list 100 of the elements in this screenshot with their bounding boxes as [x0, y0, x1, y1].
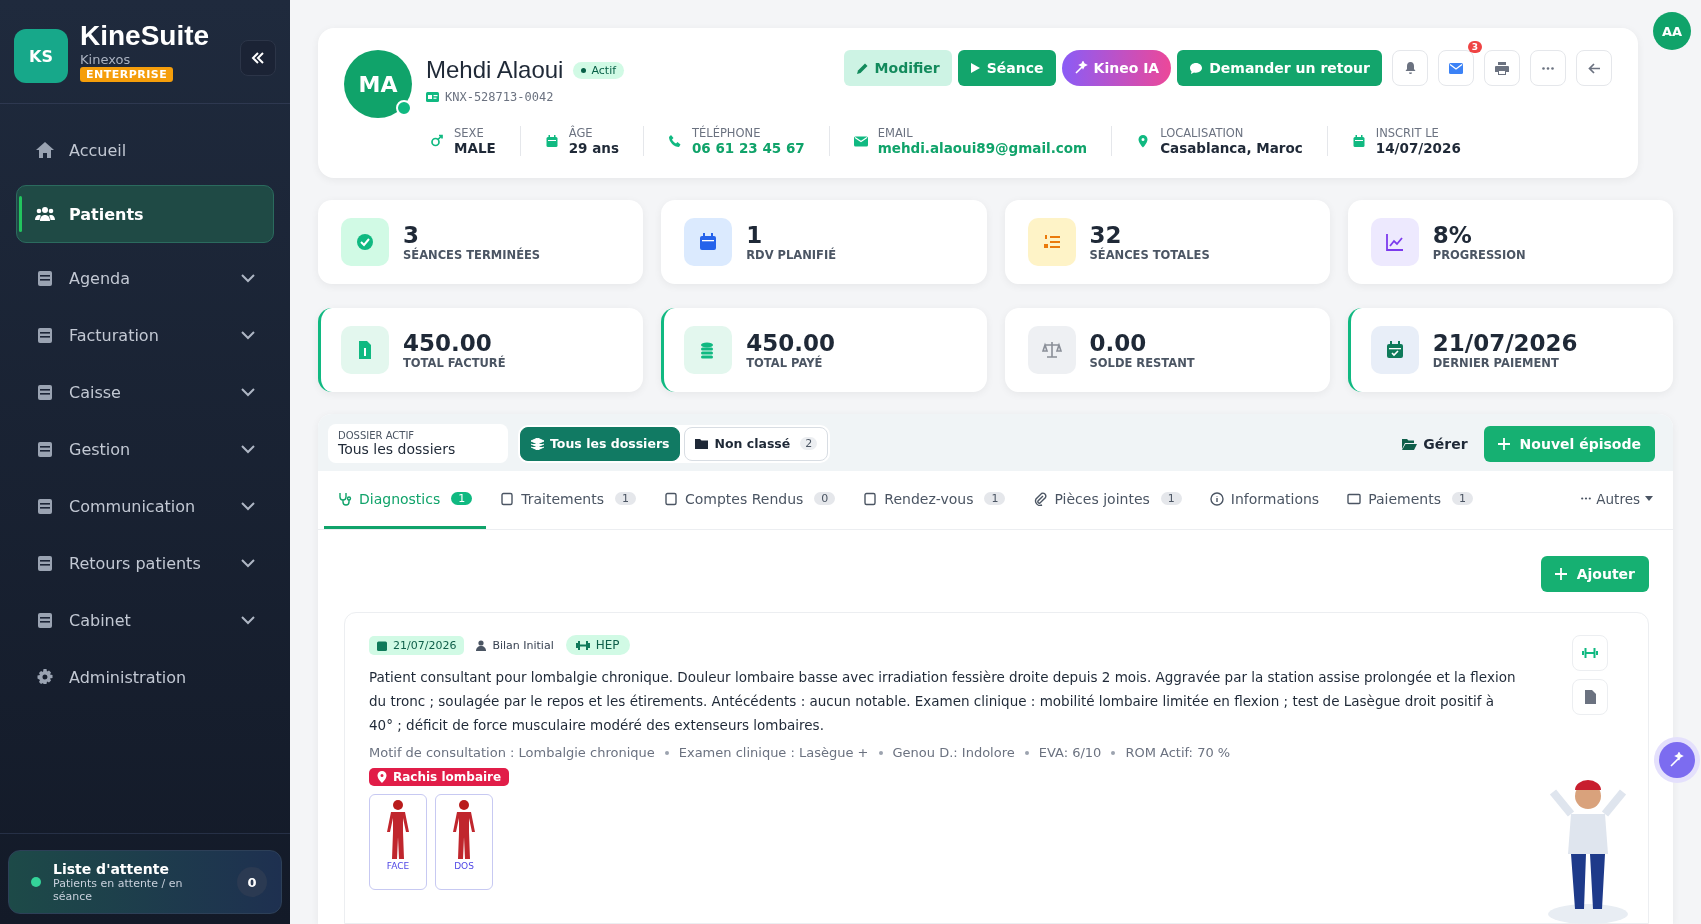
envelope-icon — [1449, 62, 1463, 74]
stat-label: PROGRESSION — [1432, 248, 1526, 262]
dumbbell-icon — [1582, 648, 1598, 658]
plus-icon — [1497, 437, 1510, 450]
stat-label: TOTAL FACTURÉ — [403, 356, 506, 370]
action-button[interactable]: Kineo IA — [1061, 50, 1172, 86]
patient-name: Mehdi Alaoui — [426, 56, 564, 84]
menu-icon — [35, 554, 55, 572]
tab[interactable]: Pièces jointes 1 — [1019, 471, 1196, 529]
pencil-icon — [855, 61, 869, 75]
stat-label: SÉANCES TOTALES — [1089, 248, 1210, 262]
menu-icon — [35, 611, 55, 629]
tab-icon — [1209, 491, 1224, 506]
bell-icon — [1403, 61, 1417, 75]
folder-icon — [1402, 437, 1418, 450]
person-icon — [476, 639, 487, 651]
patient-avatar: MA — [344, 50, 412, 118]
magic-wand-icon — [1669, 752, 1685, 768]
tab[interactable]: Rendez-vous 1 — [849, 471, 1020, 529]
tab[interactable]: Paiements 1 — [1333, 471, 1487, 529]
collapse-sidebar-button[interactable] — [240, 40, 276, 76]
field-label: EMAIL — [877, 126, 914, 140]
stat-label: TOTAL PAYÉ — [746, 356, 824, 370]
body-region-tag: Rachis lombaire — [369, 768, 510, 786]
field-label: LOCALISATION — [1160, 126, 1245, 140]
pdf-button[interactable] — [1572, 679, 1608, 715]
clinical-detail: Motif de consultation : Lombalgie chronique — [369, 745, 655, 760]
menu-icon — [35, 668, 55, 686]
patient-id: KNX-528713-0042 — [445, 90, 554, 104]
stat-label: DERNIER PAIEMENT — [1432, 356, 1560, 370]
clinical-detail: ROM Actif: 70 % — [1125, 745, 1231, 760]
sidebar-item[interactable]: Caisse — [16, 370, 274, 414]
menu-icon — [35, 326, 55, 344]
stat-label: RDV PLANIFIÉ — [746, 248, 837, 262]
body-view-thumbnail[interactable]: DOS — [435, 794, 493, 890]
stat-value: 32 — [1089, 222, 1122, 248]
calendar-icon — [377, 639, 387, 651]
sidebar-item[interactable]: Facturation — [16, 313, 274, 357]
back-button[interactable] — [1576, 50, 1612, 86]
body-view-thumbnail[interactable]: FACE — [369, 794, 427, 890]
stat-value: 450.00 — [746, 330, 835, 356]
caret-down-icon — [1645, 496, 1653, 501]
tab[interactable]: Comptes Rendus 0 — [650, 471, 850, 529]
action-button[interactable]: Modifier — [843, 50, 952, 86]
program-tag: HEP — [565, 635, 630, 655]
organization-name: Kinexos — [80, 52, 131, 67]
field-icon — [1351, 134, 1366, 148]
sidebar-item[interactable]: Agenda — [16, 256, 274, 300]
ellipsis-icon — [1542, 66, 1554, 70]
manage-button[interactable]: Gérer — [1396, 434, 1474, 453]
folder-filter[interactable]: Non classé 2 — [684, 426, 829, 461]
plan-badge: ENTERPRISE — [80, 67, 174, 82]
view-label: FACE — [386, 861, 410, 871]
double-chevron-left-icon — [251, 51, 265, 65]
sidebar-item[interactable]: Patients — [16, 185, 274, 243]
layers-icon — [531, 437, 544, 450]
assessment-type: Bilan Initial — [476, 638, 554, 652]
sidebar-item[interactable]: Administration — [16, 655, 274, 699]
magic-wand-icon — [1073, 61, 1088, 75]
document-icon — [1584, 690, 1596, 704]
field-value: MALE — [454, 140, 496, 156]
folder-filter[interactable]: Tous les dossiers — [520, 426, 681, 461]
waiting-count: 0 — [237, 867, 267, 897]
stat-value: 1 — [746, 222, 764, 248]
menu-icon — [35, 440, 55, 458]
exercise-button[interactable] — [1572, 635, 1608, 671]
notification-badge: 3 — [1467, 41, 1482, 53]
waiting-list-card[interactable]: Liste d'attente Patients en attente / en séance 0 — [8, 850, 282, 914]
field-icon — [667, 134, 682, 148]
tab[interactable]: Traitements 1 — [486, 471, 650, 529]
tab[interactable]: Informations — [1195, 471, 1334, 529]
plus-icon — [1554, 568, 1567, 580]
notifications-button[interactable] — [1392, 50, 1428, 86]
more-tabs-dropdown[interactable]: Autres — [1567, 471, 1667, 529]
tab-icon — [338, 491, 352, 506]
map-pin-icon — [377, 771, 387, 783]
field-icon — [544, 134, 559, 148]
printer-icon — [1495, 61, 1509, 75]
sidebar-item[interactable]: Gestion — [16, 427, 274, 471]
sidebar-item[interactable]: Retours patients — [16, 541, 274, 585]
folder-icon — [695, 437, 709, 450]
print-button[interactable] — [1484, 50, 1520, 86]
tab-icon — [664, 491, 678, 506]
field-label: SEXE — [454, 126, 485, 140]
tab-icon — [863, 491, 878, 506]
menu-icon — [35, 497, 55, 515]
chat-bubble-icon — [1189, 61, 1204, 75]
field-icon — [853, 134, 868, 148]
menu-icon — [35, 269, 55, 287]
messages-button[interactable] — [1438, 50, 1474, 86]
active-folder-selector[interactable]: DOSSIER ACTIF Tous les dossiers — [328, 424, 508, 463]
sidebar-item[interactable]: Accueil — [16, 128, 274, 172]
field-label: ÂGE — [568, 126, 594, 140]
status-badge: Actif — [573, 61, 625, 79]
tab-icon — [500, 491, 515, 506]
date-badge: 21/07/2026 — [369, 635, 465, 655]
sidebar-item[interactable]: Cabinet — [16, 598, 274, 642]
sidebar-item[interactable]: Communication — [16, 484, 274, 528]
stat-value: 21/07/2026 — [1432, 330, 1578, 356]
id-card-icon — [426, 92, 439, 102]
